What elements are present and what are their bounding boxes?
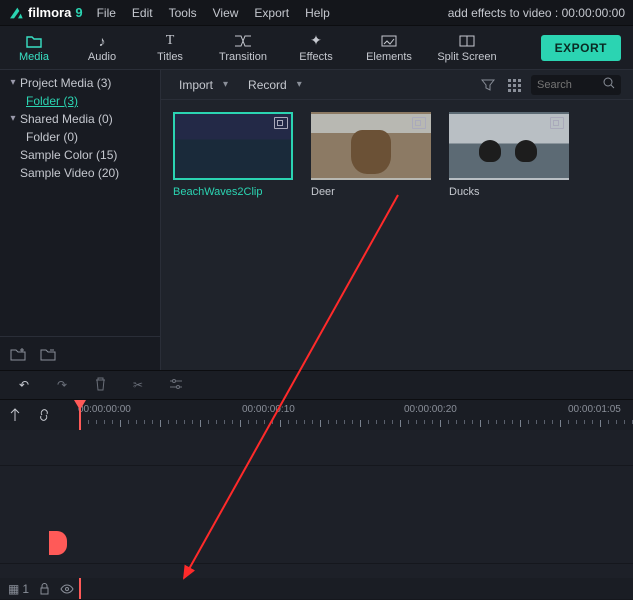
image-icon (381, 33, 397, 49)
clip-label: Ducks (449, 186, 569, 198)
media-tree: ▾Project Media (3) Folder (3) ▾Shared Me… (0, 70, 160, 336)
timeline-actions: ↶ ↷ ✂ (0, 370, 633, 400)
chevron-down-icon: ▾ (6, 75, 20, 91)
logo-icon (8, 5, 24, 21)
tree-sample-color[interactable]: Sample Color (15) (0, 146, 160, 164)
timeline-head (0, 400, 58, 430)
menu-tools[interactable]: Tools (169, 6, 197, 20)
delete-folder-icon[interactable] (40, 346, 56, 362)
menu-export[interactable]: Export (254, 6, 289, 20)
tree-sample-video[interactable]: Sample Video (20) (0, 164, 160, 182)
add-to-timeline-icon[interactable] (550, 117, 564, 129)
timeline: 00:00:00:00 00:00:00:10 00:00:00:20 00:00:0… (0, 400, 633, 600)
chevron-down-icon: ▾ (6, 111, 20, 127)
add-to-timeline-icon[interactable] (412, 117, 426, 129)
search-box[interactable] (531, 75, 621, 95)
marker-icon[interactable] (8, 408, 22, 422)
clip-handle[interactable] (49, 531, 67, 555)
clip-label: Deer (311, 186, 431, 198)
content-toolbar: Import▾ Record▾ (161, 70, 633, 100)
tab-media[interactable]: Media (0, 26, 68, 69)
folder-icon (26, 33, 42, 49)
clip-item[interactable]: BeachWaves2Clip (173, 112, 293, 198)
chevron-down-icon: ▾ (297, 79, 302, 90)
title-bar: filmora 9 File Edit Tools View Export Hel… (0, 0, 633, 26)
cut-icon[interactable]: ✂ (130, 378, 146, 392)
clip-thumbnail (173, 112, 293, 180)
search-input[interactable] (537, 79, 597, 91)
tab-elements[interactable]: Elements (350, 26, 428, 69)
clip-label: BeachWaves2Clip (173, 186, 293, 198)
tree-shared-folder[interactable]: Folder (0) (0, 128, 160, 146)
music-note-icon: ♪ (99, 33, 106, 49)
clip-item[interactable]: Ducks (449, 112, 569, 198)
tree-project-folder[interactable]: Folder (3) (0, 92, 160, 110)
tab-split-screen[interactable]: Split Screen (428, 26, 506, 69)
clip-grid: BeachWaves2Clip Deer Ducks (161, 100, 633, 370)
eye-icon[interactable] (60, 584, 74, 594)
record-dropdown[interactable]: Record▾ (242, 78, 308, 92)
timeline-footer: ▦ 1 (0, 578, 82, 600)
project-title: add effects to video : 00:00:00:00 (448, 6, 625, 20)
tracks (0, 430, 633, 578)
video-track[interactable] (0, 522, 633, 564)
tab-audio[interactable]: ♪ Audio (68, 26, 136, 69)
sparkle-icon: ✦ (310, 33, 322, 49)
tab-effects[interactable]: ✦ Effects (282, 26, 350, 69)
app-logo: filmora 9 (8, 5, 83, 21)
app-name: filmora (28, 5, 71, 20)
tab-titles[interactable]: T Titles (136, 26, 204, 69)
clip-thumbnail (449, 112, 569, 180)
menu-file[interactable]: File (97, 6, 116, 20)
clip-item[interactable]: Deer (311, 112, 431, 198)
track-row[interactable] (0, 564, 633, 600)
link-icon[interactable] (37, 408, 51, 422)
media-content: Import▾ Record▾ BeachWaves2Clip Deer Ducks (160, 70, 633, 370)
undo-icon[interactable]: ↶ (16, 378, 32, 392)
tree-project-media[interactable]: ▾Project Media (3) (0, 74, 160, 92)
import-dropdown[interactable]: Import▾ (173, 78, 234, 92)
main-menu: File Edit Tools View Export Help (97, 6, 330, 20)
clip-thumbnail (311, 112, 431, 180)
time-label: 00:00:00:00 (78, 404, 131, 415)
chevron-down-icon: ▾ (223, 79, 228, 90)
lock-icon[interactable] (39, 583, 50, 595)
time-label: 00:00:01:05 (568, 404, 621, 415)
sidebar-actions (0, 336, 160, 370)
search-icon (603, 77, 615, 92)
tool-tabs: Media ♪ Audio T Titles Transition ✦ Effe… (0, 26, 633, 70)
time-label: 00:00:00:20 (404, 404, 457, 415)
export-button[interactable]: EXPORT (541, 35, 621, 61)
time-ruler[interactable]: 00:00:00:00 00:00:00:10 00:00:00:20 00:00:0… (58, 400, 633, 430)
new-folder-icon[interactable] (10, 346, 26, 362)
settings-icon[interactable] (168, 378, 184, 393)
tab-transition[interactable]: Transition (204, 26, 282, 69)
track-number[interactable]: ▦ 1 (8, 582, 29, 596)
menu-edit[interactable]: Edit (132, 6, 153, 20)
track-row[interactable] (0, 430, 633, 466)
text-icon: T (166, 33, 175, 49)
menu-view[interactable]: View (213, 6, 239, 20)
delete-icon[interactable] (92, 377, 108, 394)
filter-icon[interactable] (479, 76, 497, 94)
tree-shared-media[interactable]: ▾Shared Media (0) (0, 110, 160, 128)
app-version: 9 (75, 5, 82, 20)
split-screen-icon (459, 33, 475, 49)
redo-icon[interactable]: ↷ (54, 378, 70, 392)
time-label: 00:00:00:10 (242, 404, 295, 415)
menu-help[interactable]: Help (305, 6, 330, 20)
main-area: ▾Project Media (3) Folder (3) ▾Shared Me… (0, 70, 633, 370)
transition-icon (234, 33, 252, 49)
media-sidebar: ▾Project Media (3) Folder (3) ▾Shared Me… (0, 70, 160, 370)
grid-view-icon[interactable] (505, 76, 523, 94)
add-to-timeline-icon[interactable] (274, 117, 288, 129)
